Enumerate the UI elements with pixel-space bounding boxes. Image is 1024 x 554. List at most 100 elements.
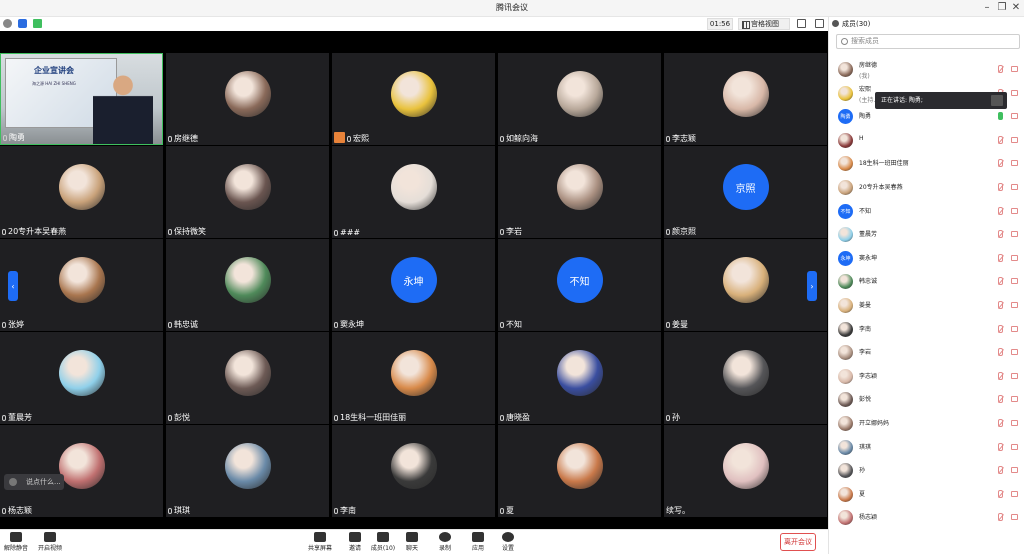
minimize-icon[interactable]: – [980, 1, 994, 15]
participant-tile[interactable]: 琪琪 [166, 425, 329, 517]
camera-off-icon[interactable] [1011, 302, 1018, 308]
participant-tile[interactable]: 永坤 窦永坤 [332, 239, 495, 331]
mic-off-icon[interactable] [998, 324, 1003, 333]
camera-off-icon[interactable] [1011, 231, 1018, 238]
shield-icon[interactable] [18, 19, 27, 28]
participant-tile[interactable]: 彭悦 [166, 332, 329, 424]
camera-off-icon[interactable] [1011, 278, 1018, 285]
participant-tile[interactable]: 张婷 [0, 239, 163, 331]
unmute-button[interactable]: 解除静音 [0, 532, 32, 552]
camera-off-icon[interactable] [1011, 184, 1018, 190]
mic-off-icon[interactable] [998, 301, 1003, 309]
member-row[interactable]: 韩忠诚 [829, 270, 1024, 292]
member-row[interactable]: 董晨芳 [829, 223, 1024, 245]
mic-off-icon[interactable] [998, 206, 1003, 215]
record-button[interactable]: 录制 [429, 532, 461, 552]
participant-tile[interactable]: 杨志颖 [0, 425, 163, 517]
camera-off-icon[interactable] [1011, 113, 1018, 120]
member-search-input[interactable]: 搜索成员 [836, 34, 1020, 49]
signal-icon[interactable] [33, 19, 42, 28]
camera-off-icon[interactable] [1011, 372, 1018, 379]
participant-tile[interactable]: 孙 [664, 332, 827, 424]
camera-off-icon[interactable] [1011, 443, 1018, 450]
participant-tile[interactable]: 李岩 [498, 146, 661, 238]
camera-off-icon[interactable] [1011, 89, 1018, 96]
member-row[interactable]: 夏 [829, 483, 1024, 505]
camera-off-icon[interactable] [1011, 420, 1018, 426]
participant-tile[interactable]: 京照 颜京照 [664, 146, 827, 238]
participant-tile[interactable]: 20专升本吴春燕 [0, 146, 163, 238]
view-mode-button[interactable]: 宫格视图 [738, 18, 790, 30]
camera-off-icon[interactable] [1011, 514, 1018, 521]
participant-tile[interactable]: 企业宣讲会 海之源 HAI ZHI SHENG 陶勇 [0, 53, 163, 145]
members-button[interactable]: 成员(10) [367, 532, 399, 552]
participant-tile[interactable]: 李南 [332, 425, 495, 517]
member-row[interactable]: 房继德 (我) [829, 58, 1024, 80]
start-video-button[interactable]: 开启视频 [34, 532, 66, 552]
close-icon[interactable]: ✕ [1009, 1, 1023, 15]
next-page-button[interactable]: › [807, 271, 817, 301]
participant-tile[interactable]: 姜曼 [664, 239, 827, 331]
camera-off-icon[interactable] [1011, 396, 1018, 403]
member-row[interactable]: 彭悦 [829, 388, 1024, 410]
participant-tile[interactable]: 18生科一班田佳丽 [332, 332, 495, 424]
member-row[interactable]: 孙 [829, 459, 1024, 481]
participant-tile[interactable]: 夏 [498, 425, 661, 517]
participant-tile[interactable]: 续写。 [664, 425, 827, 517]
camera-off-icon[interactable] [1011, 207, 1018, 214]
mic-off-icon[interactable] [998, 253, 1003, 262]
member-row[interactable]: 永坤 窦永坤 [829, 247, 1024, 269]
participant-tile[interactable]: 不知 不知 [498, 239, 661, 331]
participant-tile[interactable]: 李志颖 [664, 53, 827, 145]
camera-off-icon[interactable] [1011, 160, 1018, 167]
mic-off-icon[interactable] [998, 65, 1003, 73]
participant-tile[interactable]: 董晨芳 [0, 332, 163, 424]
mic-off-icon[interactable] [998, 442, 1003, 451]
mic-off-icon[interactable] [998, 466, 1003, 475]
member-row[interactable]: 20专升本吴春燕 [829, 176, 1024, 198]
mic-off-icon[interactable] [998, 159, 1003, 168]
member-row[interactable]: 开立娜妈妈 [829, 412, 1024, 434]
mic-off-icon[interactable] [998, 395, 1003, 404]
info-icon[interactable] [3, 19, 12, 28]
settings-button[interactable]: 设置 [492, 532, 524, 552]
leave-meeting-button[interactable]: 离开会议 [780, 533, 816, 551]
camera-off-icon[interactable] [1011, 254, 1018, 261]
member-row[interactable]: 李岩 [829, 341, 1024, 363]
camera-off-icon[interactable] [1011, 467, 1018, 474]
member-row[interactable]: 姜曼 [829, 294, 1024, 316]
camera-off-icon[interactable] [1011, 349, 1018, 356]
chat-input[interactable]: 说点什么... [4, 474, 64, 490]
camera-off-icon[interactable] [1011, 325, 1018, 332]
participant-tile[interactable]: 保持微笑 [166, 146, 329, 238]
mic-off-icon[interactable] [998, 371, 1003, 380]
restore-icon[interactable]: ❐ [995, 1, 1009, 15]
camera-off-icon[interactable] [1011, 136, 1018, 143]
apps-button[interactable]: 应用 [462, 532, 494, 552]
member-row[interactable]: 李志颖 [829, 365, 1024, 387]
member-row[interactable]: H [829, 129, 1024, 151]
mic-off-icon[interactable] [998, 489, 1003, 498]
mic-off-icon[interactable] [998, 513, 1003, 522]
member-row[interactable]: 18生科一班田佳丽 [829, 152, 1024, 174]
member-row[interactable]: 琪琪 [829, 436, 1024, 458]
mic-off-icon[interactable] [998, 183, 1003, 191]
mic-on-icon[interactable] [998, 112, 1003, 121]
camera-off-icon[interactable] [1011, 490, 1018, 497]
fullscreen-icon[interactable] [797, 19, 806, 28]
mic-off-icon[interactable] [998, 277, 1003, 286]
camera-off-icon[interactable] [1011, 66, 1018, 72]
participant-tile[interactable]: 唐晓盈 [498, 332, 661, 424]
prev-page-button[interactable]: ‹ [8, 271, 18, 301]
mic-off-icon[interactable] [998, 135, 1003, 144]
mic-off-icon[interactable] [998, 230, 1003, 239]
member-row[interactable]: 李南 [829, 318, 1024, 340]
mic-off-icon[interactable] [998, 419, 1003, 427]
reply-icon[interactable] [991, 95, 1003, 106]
mic-off-icon[interactable] [998, 348, 1003, 357]
participant-tile[interactable]: 如鲸向海 [498, 53, 661, 145]
participant-tile[interactable]: 房继德 [166, 53, 329, 145]
member-row[interactable]: 杨志颖 [829, 506, 1024, 528]
participant-tile[interactable]: 宏熙 [332, 53, 495, 145]
participant-tile[interactable]: 韩忠诚 [166, 239, 329, 331]
